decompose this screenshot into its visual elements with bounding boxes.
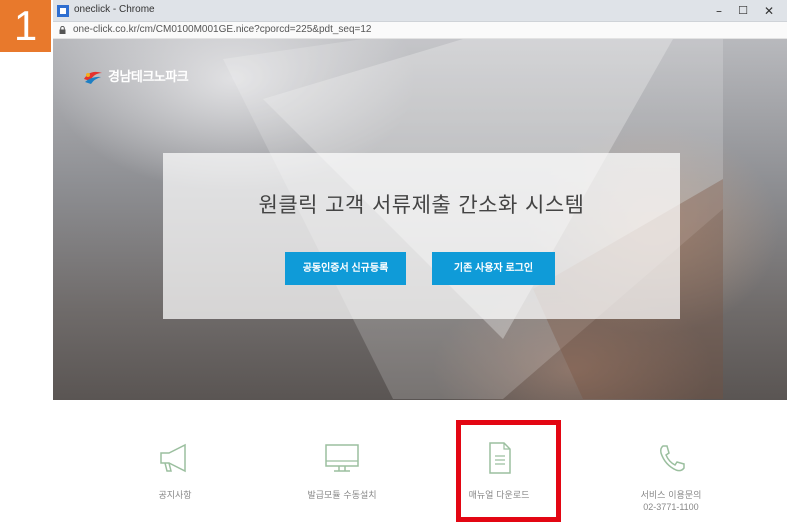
close-button[interactable]: ✕ bbox=[757, 2, 781, 20]
quick-menu: 공지사항 발급모듈 수동설치 매뉴얼 다운로드 서비스 이용문의 02-3771… bbox=[53, 400, 787, 524]
menu-label-manual-install: 발급모듈 수동설치 bbox=[307, 491, 377, 501]
browser-titlebar: oneclick - Chrome – ☐ ✕ bbox=[53, 0, 787, 22]
hero-banner: 경남테크노파크 원클릭 고객 서류제출 간소화 시스템 공동인증서 신규등록 기… bbox=[53, 39, 787, 400]
menu-item-manual-install[interactable]: 발급모듈 수동설치 bbox=[267, 400, 417, 524]
monitor-icon bbox=[325, 444, 359, 472]
url-text[interactable]: one-click.co.kr/cm/CM0100M001GE.nice?cpo… bbox=[73, 24, 372, 35]
certificate-register-button[interactable]: 공동인증서 신규등록 bbox=[285, 252, 406, 285]
menu-label-notice: 공지사항 bbox=[158, 491, 192, 501]
site-logo[interactable]: 경남테크노파크 bbox=[82, 66, 189, 85]
hero-panel: 원클릭 고객 서류제출 간소화 시스템 공동인증서 신규등록 기존 사용자 로그… bbox=[163, 153, 680, 319]
existing-user-login-button[interactable]: 기존 사용자 로그인 bbox=[432, 252, 555, 285]
maximize-button[interactable]: ☐ bbox=[731, 2, 755, 20]
address-bar[interactable]: one-click.co.kr/cm/CM0100M001GE.nice?cpo… bbox=[53, 22, 787, 39]
window-title: oneclick - Chrome bbox=[74, 4, 155, 15]
phone-icon bbox=[660, 445, 685, 472]
lock-icon bbox=[59, 26, 66, 34]
logo-text: 경남테크노파크 bbox=[108, 70, 189, 85]
logo-mark-icon bbox=[84, 71, 102, 84]
menu-label-contact: 서비스 이용문의 bbox=[640, 491, 702, 501]
menu-item-contact[interactable]: 서비스 이용문의 02-3771-1100 bbox=[596, 400, 746, 524]
app-icon bbox=[57, 5, 69, 17]
highlight-box bbox=[456, 420, 561, 522]
megaphone-icon bbox=[160, 443, 186, 473]
minimize-button[interactable]: – bbox=[707, 2, 731, 20]
step-number-badge: 1 bbox=[0, 0, 51, 52]
hero-title: 원클릭 고객 서류제출 간소화 시스템 bbox=[258, 193, 585, 217]
contact-phone-number: 02-3771-1100 bbox=[643, 502, 699, 512]
menu-item-notice[interactable]: 공지사항 bbox=[100, 400, 250, 524]
